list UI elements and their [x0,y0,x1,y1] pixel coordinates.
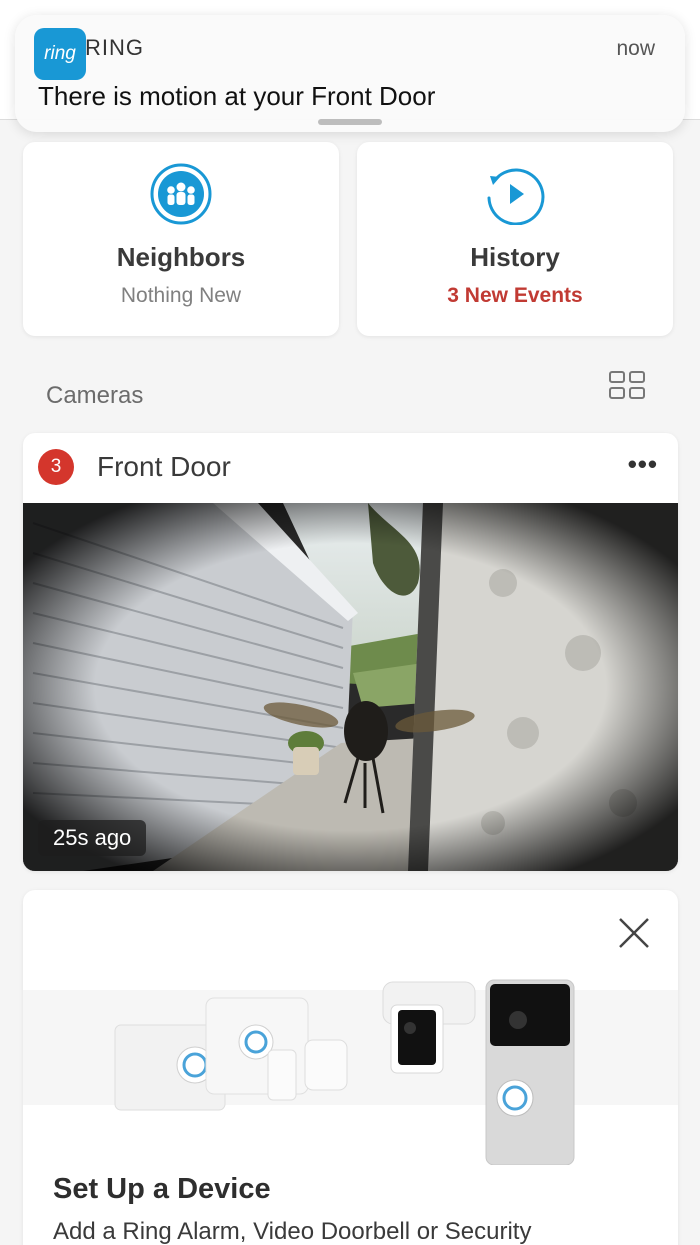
neighbors-tile[interactable]: Neighbors Nothing New [23,142,339,336]
close-icon[interactable] [617,916,651,950]
setup-description: Add a Ring Alarm, Video Doorbell or Secu… [53,1218,532,1245]
ring-app-icon-text: ring [44,43,76,64]
event-count-badge: 3 [38,449,74,485]
camera-snapshot-illustration [23,503,678,871]
notification-grabber[interactable] [318,119,382,125]
camera-card-front-door[interactable]: 3 Front Door ••• 25s ago [23,433,678,871]
camera-snapshot[interactable]: 25s ago [23,503,678,871]
history-subtitle: 3 New Events [447,284,583,307]
history-title: History [470,242,560,272]
notification-message: There is motion at your Front Door [38,81,436,111]
ring-app-icon: ring [34,28,86,80]
grid-view-icon[interactable] [608,370,646,400]
history-tile[interactable]: History 3 New Events [357,142,673,336]
setup-title: Set Up a Device [53,1173,271,1205]
notification-time: now [616,37,655,60]
neighbors-subtitle: Nothing New [120,284,242,307]
snapshot-age-label: 25s ago [38,820,147,856]
notification-app-name: RING [85,35,144,60]
neighbors-icon [150,163,212,225]
cameras-section-label: Cameras [46,382,144,409]
camera-name: Front Door [97,451,231,482]
neighbors-title: Neighbors [116,242,246,272]
history-play-icon [487,168,545,225]
more-options-button[interactable]: ••• [628,449,658,480]
setup-device-card[interactable]: Set Up a Device Add a Ring Alarm, Video … [23,890,678,1245]
notification-banner[interactable]: ring RING now There is motion at your Fr… [15,15,685,132]
ring-devices-illustration [23,979,678,1165]
